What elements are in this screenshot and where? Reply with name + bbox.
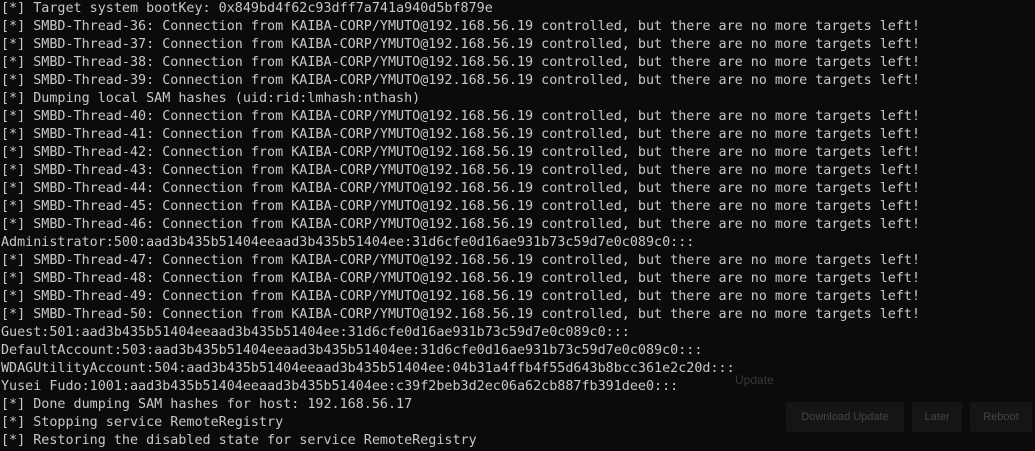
terminal-line: [*] SMBD-Thread-45: Connection from KAIB…	[1, 199, 921, 214]
terminal-line: [*] Done dumping SAM hashes for host: 19…	[1, 397, 413, 412]
terminal-line: [*] SMBD-Thread-48: Connection from KAIB…	[1, 271, 921, 286]
terminal-line: [*] Target system bootKey: 0x849bd4f62c9…	[1, 1, 493, 16]
terminal-line: [*] SMBD-Thread-43: Connection from KAIB…	[1, 163, 921, 178]
terminal-line: [*] SMBD-Thread-46: Connection from KAIB…	[1, 217, 921, 232]
terminal-line: [*] SMBD-Thread-37: Connection from KAIB…	[1, 37, 921, 52]
terminal-line: [*] SMBD-Thread-40: Connection from KAIB…	[1, 109, 921, 124]
terminal-line: [*] SMBD-Thread-36: Connection from KAIB…	[1, 19, 921, 34]
terminal-line: [*] SMBD-Thread-42: Connection from KAIB…	[1, 145, 921, 160]
terminal-line: [*] SMBD-Thread-44: Connection from KAIB…	[1, 181, 921, 196]
terminal-line: [*] Dumping local SAM hashes (uid:rid:lm…	[1, 91, 421, 106]
terminal-line: [*] SMBD-Thread-38: Connection from KAIB…	[1, 55, 921, 70]
terminal-line: [*] SMBD-Thread-47: Connection from KAIB…	[1, 253, 921, 268]
terminal-output: [*] Target system bootKey: 0x849bd4f62c9…	[1, 0, 920, 450]
terminal-line: [*] Restoring the disabled state for ser…	[1, 433, 477, 448]
terminal-line: [*] Stopping service RemoteRegistry	[1, 415, 284, 430]
terminal-line: [*] SMBD-Thread-50: Connection from KAIB…	[1, 307, 921, 322]
terminal-line: Yusei Fudo:1001:aad3b435b51404eeaad3b435…	[1, 379, 679, 394]
terminal-line: DefaultAccount:503:aad3b435b51404eeaad3b…	[1, 343, 703, 358]
terminal-line: [*] SMBD-Thread-41: Connection from KAIB…	[1, 127, 921, 142]
terminal-line: [*] SMBD-Thread-39: Connection from KAIB…	[1, 73, 921, 88]
terminal-line: WDAGUtilityAccount:504:aad3b435b51404eea…	[1, 361, 735, 376]
terminal-line: Guest:501:aad3b435b51404eeaad3b435b51404…	[1, 325, 630, 340]
terminal-line: Administrator:500:aad3b435b51404eeaad3b4…	[1, 235, 695, 250]
terminal-line: [*] SMBD-Thread-49: Connection from KAIB…	[1, 289, 921, 304]
terminal-window[interactable]: [*] Target system bootKey: 0x849bd4f62c9…	[0, 0, 1035, 451]
